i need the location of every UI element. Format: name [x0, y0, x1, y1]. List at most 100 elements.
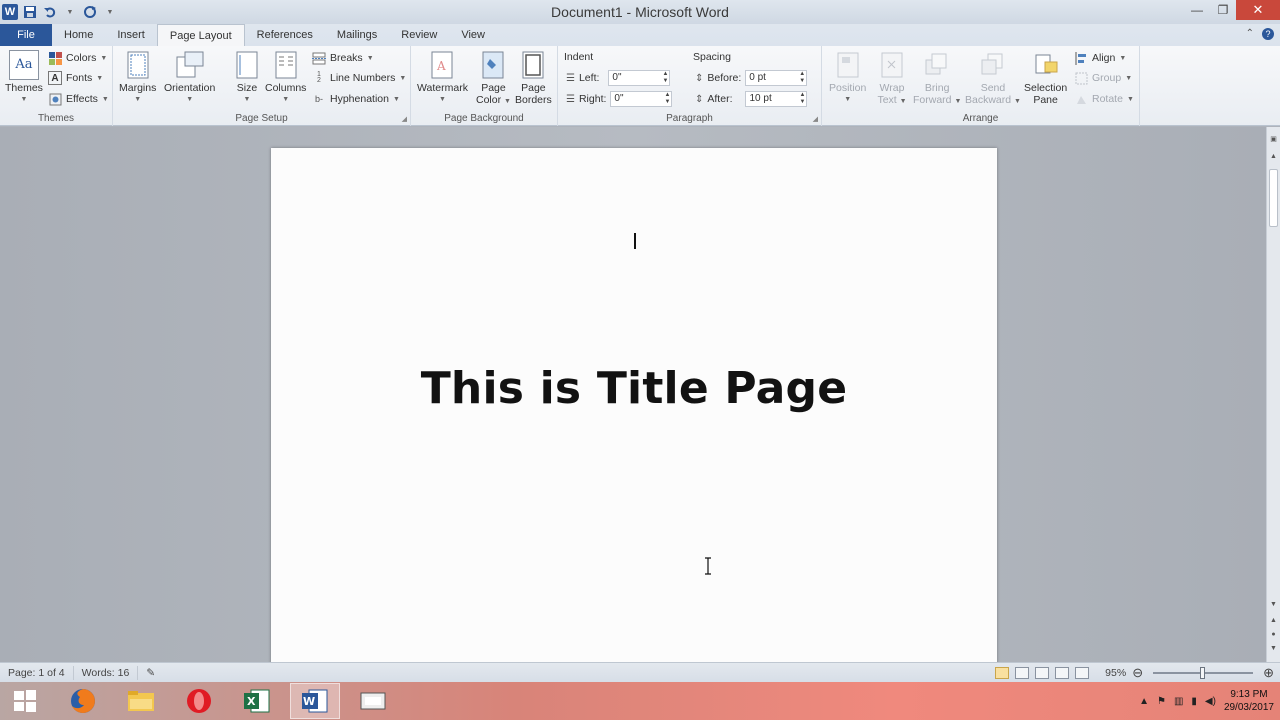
themes-button[interactable]: Aa Themes ▼: [5, 50, 43, 106]
browse-object-icon[interactable]: ●: [1267, 631, 1280, 638]
word-app-icon[interactable]: W: [2, 4, 18, 20]
tab-references[interactable]: References: [245, 24, 325, 46]
tab-review[interactable]: Review: [389, 24, 449, 46]
firefox-icon[interactable]: [58, 683, 108, 719]
minimize-ribbon-icon[interactable]: ⌃: [1246, 28, 1254, 40]
indent-right-input[interactable]: 0" ▲ ▼: [610, 91, 673, 107]
word-count-status[interactable]: Words: 16: [74, 665, 139, 680]
close-button[interactable]: ✕: [1236, 0, 1280, 20]
proofing-icon[interactable]: ✎: [138, 666, 163, 680]
themes-group: Aa Themes ▼ Colors ▼ A Fonts ▼ Effects ▼ Th…: [0, 46, 113, 126]
spacing-before-spinner-icon[interactable]: ▲ ▼: [799, 71, 805, 85]
selection-pane-button[interactable]: Selection Pane: [1024, 50, 1067, 106]
tab-insert[interactable]: Insert: [105, 24, 157, 46]
zoom-slider[interactable]: [1153, 667, 1254, 679]
breaks-button[interactable]: Breaks ▼: [312, 49, 374, 67]
tab-page-layout[interactable]: Page Layout: [156, 24, 245, 46]
wrap-text-label-1: Wrap: [879, 82, 905, 94]
previous-page-icon[interactable]: ▲: [1267, 617, 1280, 624]
scroll-down-icon[interactable]: ▼: [1267, 601, 1280, 608]
action-center-flag-icon[interactable]: ⚑: [1157, 696, 1166, 707]
window-title: Document1 - Microsoft Word: [551, 4, 729, 20]
zoom-level[interactable]: 95%: [1105, 667, 1126, 679]
undo-icon[interactable]: [42, 4, 58, 20]
start-button-windows-icon[interactable]: [0, 683, 50, 719]
margins-button[interactable]: Margins ▼: [119, 50, 156, 106]
system-clock[interactable]: 9:13 PM 29/03/2017: [1224, 688, 1274, 714]
hyphenation-button[interactable]: b‑ Hyphenation ▼: [312, 90, 400, 108]
spacing-after-spinner-icon[interactable]: ▲ ▼: [800, 92, 806, 106]
indent-left-input[interactable]: 0" ▲ ▼: [608, 70, 671, 86]
fonts-button[interactable]: A Fonts ▼: [48, 69, 103, 87]
page-borders-button[interactable]: Page Borders: [515, 50, 552, 106]
status-bar: Page: 1 of 4 Words: 16 ✎ 95% ⊖ ⊕: [0, 662, 1280, 682]
rotate-button[interactable]: Rotate ▼: [1074, 90, 1134, 108]
colors-button[interactable]: Colors ▼: [48, 49, 107, 67]
spacing-after-input[interactable]: 10 pt ▲ ▼: [745, 91, 808, 107]
screen-recorder-icon[interactable]: [348, 683, 398, 719]
save-icon[interactable]: [22, 4, 38, 20]
restore-button[interactable]: ❐: [1210, 0, 1236, 20]
file-explorer-icon[interactable]: [116, 683, 166, 719]
size-icon: [232, 50, 262, 80]
redo-icon[interactable]: [82, 4, 98, 20]
vertical-scrollbar[interactable]: ▣ ▲ ▼ ▲ ● ▼: [1266, 127, 1280, 662]
wrap-text-button[interactable]: Wrap Text ▼: [877, 50, 907, 108]
help-icon[interactable]: ?: [1262, 28, 1274, 40]
line-numbers-button[interactable]: 12 Line Numbers ▼: [312, 69, 406, 87]
minimize-button[interactable]: —: [1184, 0, 1210, 20]
zoom-slider-thumb[interactable]: [1200, 667, 1206, 679]
paragraph-dialog-launcher-icon[interactable]: ◢: [813, 115, 818, 123]
watermark-button[interactable]: A Watermark ▼: [417, 50, 468, 106]
full-screen-reading-view-icon[interactable]: [1015, 667, 1030, 679]
outline-view-icon[interactable]: [1055, 667, 1070, 679]
align-button[interactable]: Align ▼: [1074, 49, 1126, 67]
page-color-icon: [478, 50, 508, 80]
spacing-after-icon: ⇕: [695, 93, 704, 105]
document-title-text[interactable]: This is Title Page: [271, 363, 997, 414]
watermark-label: Watermark: [417, 82, 468, 94]
orientation-button[interactable]: Orientation ▼: [164, 50, 215, 106]
scrollbar-thumb[interactable]: [1269, 169, 1278, 227]
print-layout-view-icon[interactable]: [995, 667, 1010, 679]
undo-dropdown-icon[interactable]: ▼: [62, 4, 78, 20]
scroll-up-icon[interactable]: ▲: [1267, 153, 1280, 160]
indent-right-spinner-icon[interactable]: ▲ ▼: [664, 92, 670, 106]
page-setup-dialog-launcher-icon[interactable]: ◢: [402, 115, 407, 123]
word-taskbar-icon[interactable]: W: [290, 683, 340, 719]
orientation-label: Orientation: [164, 82, 216, 94]
tab-file[interactable]: File: [0, 24, 52, 46]
network-icon[interactable]: ▥: [1174, 696, 1183, 707]
page-count-status[interactable]: Page: 1 of 4: [0, 665, 74, 680]
tab-mailings[interactable]: Mailings: [325, 24, 389, 46]
ruler-toggle-icon[interactable]: ▣: [1267, 135, 1280, 143]
spacing-before-input[interactable]: 0 pt ▲ ▼: [745, 70, 808, 86]
zoom-in-icon[interactable]: ⊕: [1263, 665, 1274, 681]
size-button[interactable]: Size ▼: [232, 50, 262, 106]
columns-button[interactable]: Columns ▼: [265, 50, 306, 106]
tab-home[interactable]: Home: [52, 24, 105, 46]
show-hidden-icons-icon[interactable]: ▲: [1139, 696, 1149, 707]
clock-date: 29/03/2017: [1223, 702, 1274, 713]
battery-icon[interactable]: ▮: [1191, 696, 1197, 707]
opera-icon[interactable]: [174, 683, 224, 719]
send-backward-button[interactable]: Send Backward ▼: [965, 50, 1021, 108]
text-cursor: [634, 233, 636, 249]
web-layout-view-icon[interactable]: [1035, 667, 1050, 679]
indent-left-spinner-icon[interactable]: ▲ ▼: [662, 71, 668, 85]
position-button[interactable]: Position ▼: [829, 50, 866, 106]
bring-forward-button[interactable]: Bring Forward ▼: [913, 50, 961, 108]
volume-icon[interactable]: ◀): [1205, 696, 1216, 707]
document-page[interactable]: This is Title Page: [271, 148, 997, 668]
effects-button[interactable]: Effects ▼: [48, 90, 109, 108]
svg-text:W: W: [303, 695, 315, 708]
view-controls: 95% ⊖ ⊕: [995, 665, 1274, 681]
tab-view[interactable]: View: [449, 24, 497, 46]
zoom-out-icon[interactable]: ⊖: [1132, 665, 1143, 681]
draft-view-icon[interactable]: [1075, 667, 1090, 679]
customize-toolbar-icon[interactable]: ▼: [102, 4, 118, 20]
excel-icon[interactable]: X: [232, 683, 282, 719]
group-button[interactable]: Group ▼: [1074, 69, 1132, 87]
page-color-button[interactable]: Page Color ▼: [476, 50, 511, 108]
next-page-icon[interactable]: ▼: [1267, 645, 1280, 652]
